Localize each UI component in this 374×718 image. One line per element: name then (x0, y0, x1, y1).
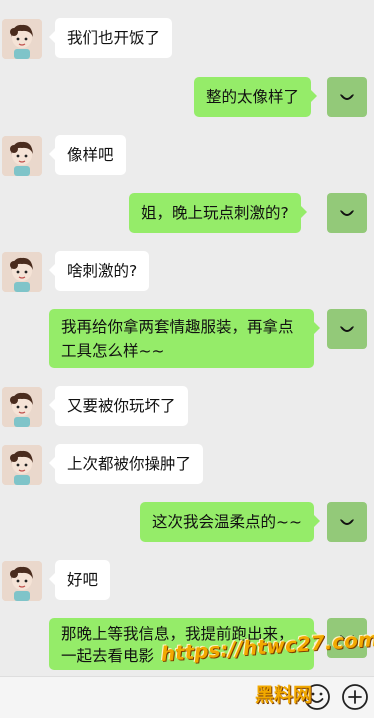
contact-avatar[interactable] (2, 387, 42, 427)
contact-avatar[interactable] (2, 19, 42, 59)
contact-avatar[interactable] (2, 136, 42, 176)
message-text: 啥刺激的? (67, 262, 138, 280)
message-bubble[interactable]: 啥刺激的? (48, 251, 150, 291)
message-bubble[interactable]: 上次都被你操肿了 (48, 444, 204, 484)
message-bubble[interactable]: 这次我会温柔点的~~ (140, 502, 320, 542)
message-text: 上次都被你操肿了 (67, 455, 192, 473)
smile-face-icon (340, 519, 354, 525)
message-bubble[interactable]: 又要被你玩坏了 (49, 386, 188, 426)
smile-face-icon (340, 210, 354, 216)
self-avatar[interactable] (327, 193, 367, 233)
self-avatar[interactable] (327, 309, 367, 349)
message-text: 又要被你玩坏了 (67, 397, 176, 415)
self-avatar[interactable] (327, 502, 367, 542)
message-bubble[interactable]: 像样吧 (49, 135, 126, 175)
message-bubble[interactable]: 我们也开饭了 (48, 18, 173, 58)
chat-area: 我们也开饭了 整的太像样了 像样吧 姐，晚上玩点刺激的? 啥刺激的? 我再给你拿… (0, 0, 374, 717)
message-bubble[interactable]: 我再给你拿两套情趣服装，再拿点工具怎么样~~ (49, 309, 320, 368)
smile-face-icon (340, 94, 354, 100)
site-watermark: https://htwc27.com 黑料网 (160, 627, 374, 710)
message-text: 整的太像样了 (206, 88, 300, 106)
message-text: 像样吧 (67, 146, 114, 164)
message-bubble[interactable]: 整的太像样了 (194, 77, 318, 117)
watermark-site-name: 黑料网 (255, 684, 313, 706)
message-text: 我再给你拿两套情趣服装，再拿点工具怎么样~~ (61, 318, 294, 360)
contact-avatar[interactable] (2, 252, 42, 292)
smile-face-icon (340, 326, 354, 332)
contact-avatar[interactable] (2, 561, 42, 601)
message-text: 姐，晚上玩点刺激的? (141, 204, 289, 222)
contact-avatar[interactable] (2, 445, 42, 485)
message-text: 好吧 (67, 571, 99, 589)
self-avatar[interactable] (327, 77, 367, 117)
message-text: 我们也开饭了 (67, 29, 161, 47)
message-bubble[interactable]: 好吧 (48, 560, 111, 600)
message-bubble[interactable]: 姐，晚上玩点刺激的? (129, 193, 307, 233)
message-text: 这次我会温柔点的~~ (152, 513, 302, 531)
